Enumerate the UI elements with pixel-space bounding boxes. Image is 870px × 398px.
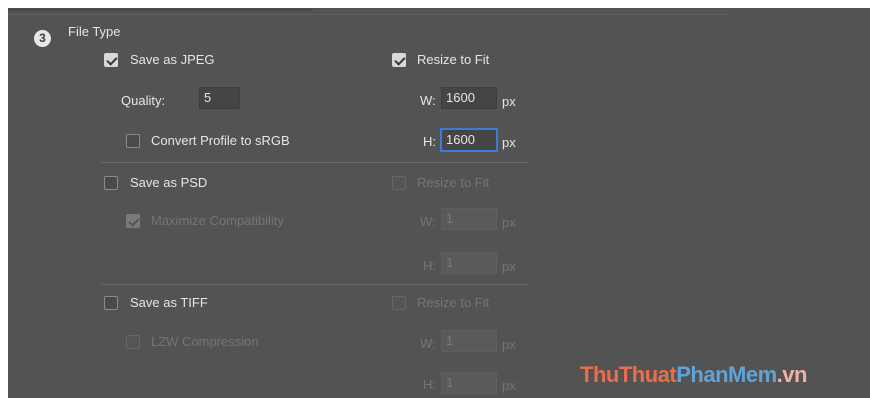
maximize-compat-checkbox[interactable] [126, 214, 140, 228]
step-number-badge: 3 [34, 30, 51, 47]
tiff-height-input[interactable]: 1 [441, 372, 497, 394]
tiff-width-label: W: [420, 336, 436, 351]
save-as-jpeg-checkbox[interactable] [104, 53, 118, 67]
watermark-part-4: .vn [776, 362, 808, 387]
convert-srgb-checkbox[interactable] [126, 134, 140, 148]
tiff-width-unit: px [502, 337, 516, 352]
quality-input[interactable]: 5 [199, 87, 240, 109]
jpeg-resize-checkbox[interactable] [392, 53, 406, 67]
watermark-part-2: Thuat [618, 362, 677, 387]
maximize-compat-label[interactable]: Maximize Compatibility [151, 213, 284, 229]
jpeg-height-input[interactable]: 1600 [441, 129, 497, 151]
tiff-resize-label[interactable]: Resize to Fit [417, 295, 489, 311]
psd-resize-label[interactable]: Resize to Fit [417, 175, 489, 191]
top-divider [8, 14, 730, 15]
jpeg-resize-label[interactable]: Resize to Fit [417, 52, 489, 68]
top-strip [8, 8, 313, 11]
save-as-tiff-label[interactable]: Save as TIFF [130, 295, 208, 311]
jpeg-height-label: H: [423, 134, 436, 149]
psd-resize-checkbox[interactable] [392, 176, 406, 190]
watermark-part-3: PhanMem [676, 362, 777, 387]
lzw-compression-checkbox[interactable] [126, 335, 140, 349]
tiff-width-input[interactable]: 1 [441, 330, 497, 352]
divider-psd-tiff [101, 284, 528, 285]
file-type-panel: 3 File Type Save as JPEG Quality: 5 Conv… [8, 8, 870, 398]
jpeg-width-label: W: [420, 93, 436, 108]
quality-label: Quality: [121, 93, 166, 108]
psd-width-unit: px [502, 215, 516, 230]
divider-jpeg-psd [101, 162, 528, 163]
jpeg-width-unit: px [502, 94, 516, 109]
section-title: File Type [68, 24, 121, 39]
lzw-compression-label[interactable]: LZW Compression [151, 334, 259, 350]
psd-width-label: W: [420, 214, 436, 229]
psd-height-input[interactable]: 1 [441, 252, 497, 274]
tiff-resize-checkbox[interactable] [392, 296, 406, 310]
tiff-height-unit: px [502, 378, 516, 393]
save-as-psd-checkbox[interactable] [104, 176, 118, 190]
psd-height-label: H: [423, 258, 436, 273]
tiff-height-label: H: [423, 377, 436, 392]
jpeg-height-unit: px [502, 135, 516, 150]
watermark-logo: ThuThuatPhanMem.vn [580, 362, 807, 388]
psd-height-unit: px [502, 259, 516, 274]
jpeg-width-input[interactable]: 1600 [441, 87, 497, 109]
save-as-psd-label[interactable]: Save as PSD [130, 175, 207, 191]
save-as-tiff-checkbox[interactable] [104, 296, 118, 310]
psd-width-input[interactable]: 1 [441, 208, 497, 230]
watermark-part-1: Thu [580, 362, 619, 387]
convert-srgb-label[interactable]: Convert Profile to sRGB [151, 133, 290, 149]
save-as-jpeg-label[interactable]: Save as JPEG [130, 52, 215, 68]
